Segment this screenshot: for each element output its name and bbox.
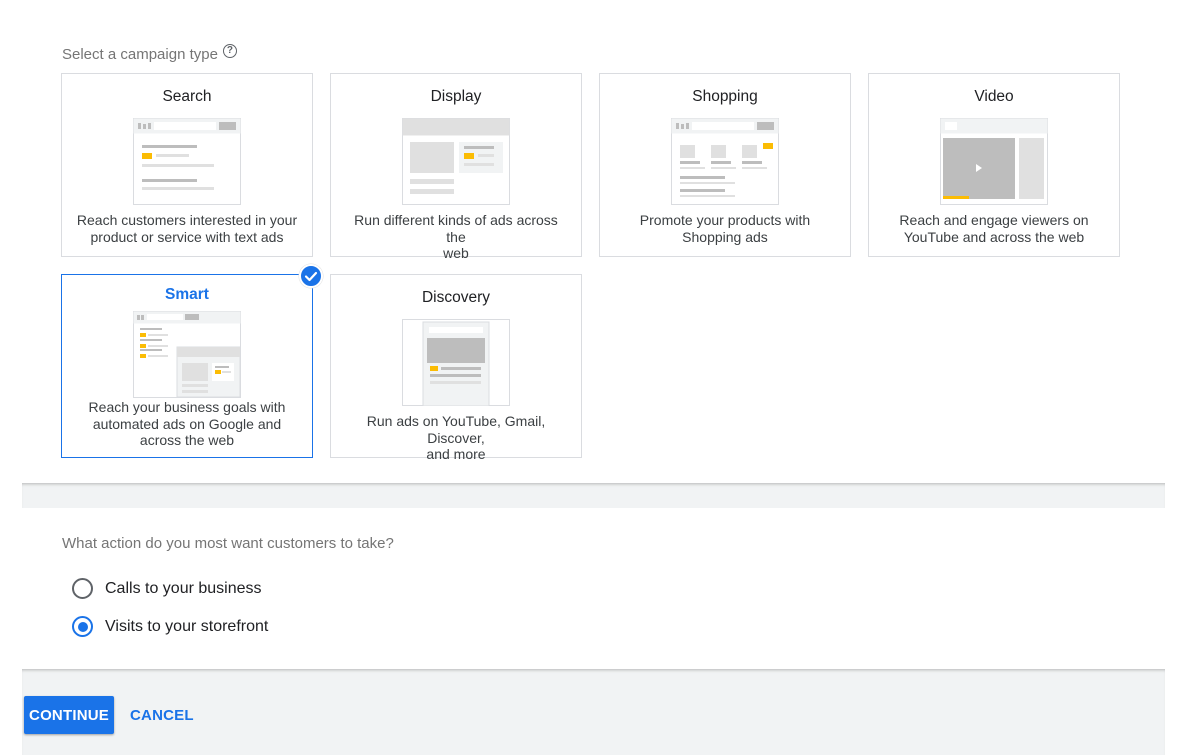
footer-actions: CONTINUE CANCEL	[22, 669, 1165, 755]
section-title-text: Select a campaign type	[62, 46, 218, 63]
radio-label: Visits to your storefront	[105, 617, 269, 635]
search-ads-illustration	[133, 118, 241, 205]
card-title: Video	[974, 88, 1014, 105]
radio-button[interactable]	[72, 578, 93, 599]
card-description: Reach and engage viewers on YouTube and …	[899, 212, 1089, 245]
card-description: Run ads on YouTube, Gmail, Discover, and…	[366, 413, 546, 462]
card-title: Display	[430, 88, 482, 105]
radio-option-visits[interactable]: Visits to your storefront	[72, 616, 268, 637]
campaign-card-shopping[interactable]: Shopping Promote your products with Shop…	[599, 73, 851, 257]
card-title: Shopping	[692, 88, 758, 105]
campaign-card-discovery[interactable]: Discovery Run ads on YouTube, Gmail, Dis…	[330, 274, 582, 462]
card-description: Promote your products with Shopping ads	[639, 212, 811, 245]
continue-button[interactable]: CONTINUE	[24, 696, 114, 734]
selected-check-icon	[299, 264, 323, 288]
discovery-ads-illustration	[402, 319, 510, 406]
video-ads-illustration	[940, 118, 1048, 205]
card-description: Run different kinds of ads across the we…	[354, 212, 558, 261]
smart-ads-illustration	[133, 311, 241, 398]
section-title: Select a campaign type ?	[62, 43, 237, 63]
card-title: Search	[162, 88, 212, 105]
radio-label: Calls to your business	[105, 579, 262, 597]
campaign-card-search[interactable]: Search Reach customers interested in you…	[61, 73, 313, 257]
card-description: Reach customers interested in your produ…	[76, 212, 298, 245]
campaign-card-video[interactable]: Video Reach and engage viewers on YouTub…	[868, 73, 1120, 257]
display-ads-illustration	[402, 118, 510, 205]
campaign-card-display[interactable]: Display Run different kinds of ads acros…	[330, 73, 582, 261]
section-divider	[22, 483, 1165, 508]
goal-question: What action do you most want customers t…	[62, 535, 394, 552]
card-title: Smart	[165, 286, 209, 303]
campaign-card-smart[interactable]: Smart Reach your business goals with aut…	[61, 274, 313, 458]
help-icon[interactable]: ?	[222, 43, 237, 58]
shopping-ads-illustration	[671, 118, 779, 205]
radio-option-calls[interactable]: Calls to your business	[72, 578, 262, 599]
card-title: Discovery	[421, 289, 491, 306]
card-description: Reach your business goals with automated…	[88, 399, 286, 448]
cancel-button[interactable]: CANCEL	[122, 696, 202, 734]
radio-button-checked[interactable]	[72, 616, 93, 637]
